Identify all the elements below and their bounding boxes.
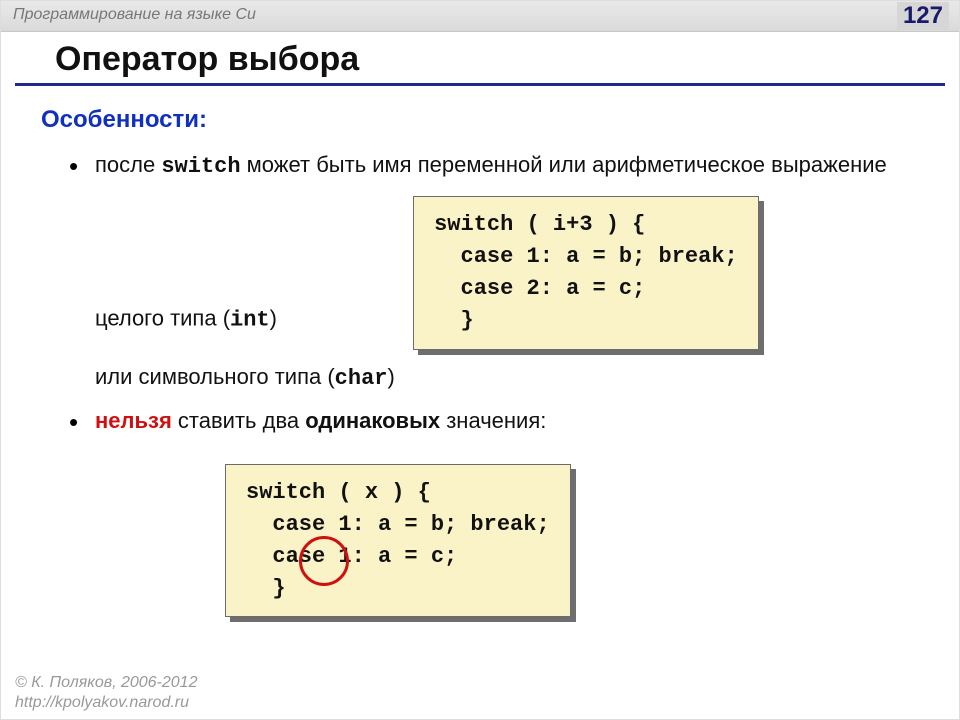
url: http://kpolyakov.narod.ru: [15, 693, 197, 713]
slide-title: Оператор выбора: [15, 32, 945, 86]
text: ставить два: [172, 408, 305, 433]
slide: Программирование на языке Си 127 Операто…: [0, 0, 960, 720]
after-code-1: или символьного типа (char): [95, 360, 919, 396]
bullet-item-2: нельзя ставить два одинаковых значения: …: [69, 404, 919, 628]
top-bar: Программирование на языке Си 127: [1, 1, 959, 32]
code-block-2: switch ( x ) { case 1: a = b; break; cas…: [225, 464, 571, 618]
emph-odinakovyh: одинаковых: [305, 408, 440, 433]
content: Особенности: после switch может быть имя…: [1, 106, 959, 627]
text: или символьного типа (: [95, 364, 335, 389]
code-block-2-wrap: switch ( x ) { case 1: a = b; break; cas…: [225, 464, 571, 618]
keyword-char: char: [335, 366, 388, 391]
keyword-switch: switch: [161, 154, 240, 179]
text: после: [95, 152, 161, 177]
emph-nelzya: нельзя: [95, 408, 172, 433]
bullet-list: после switch может быть имя переменной и…: [41, 148, 919, 627]
section-heading: Особенности:: [41, 106, 919, 134]
text: ): [270, 306, 277, 331]
keyword-int: int: [230, 308, 270, 333]
footer: © К. Поляков, 2006-2012 http://kpolyakov…: [15, 673, 197, 713]
text: значения:: [440, 408, 546, 433]
code-block-1: switch ( i+3 ) { case 1: a = b; break; c…: [413, 196, 759, 350]
page-number: 127: [897, 2, 949, 30]
course-name: Программирование на языке Си: [13, 6, 256, 24]
text: ): [387, 364, 394, 389]
bullet-item-1: после switch может быть имя переменной и…: [69, 148, 919, 396]
copyright: © К. Поляков, 2006-2012: [15, 673, 197, 693]
code-block-1-wrap: switch ( i+3 ) { case 1: a = b; break; c…: [413, 196, 759, 350]
